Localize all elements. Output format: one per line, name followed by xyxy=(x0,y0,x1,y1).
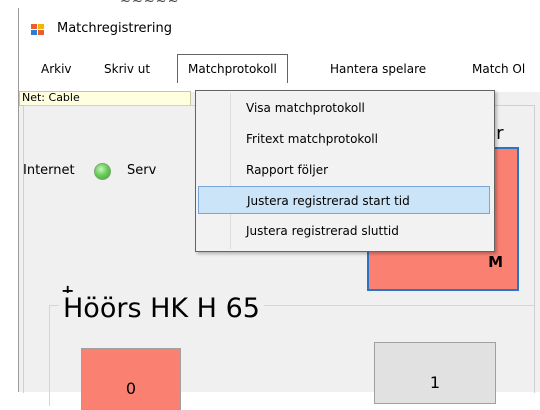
top-strip: ~~~~~ xyxy=(0,0,540,9)
away-score-box[interactable]: 1 xyxy=(374,342,496,404)
server-label: Serv xyxy=(127,163,157,178)
app-window: Matchregistrering Arkiv Skriv ut Matchpr… xyxy=(18,8,540,410)
menu-arkiv[interactable]: Arkiv xyxy=(41,62,72,76)
title-bar: Matchregistrering xyxy=(19,8,540,48)
menu-match-ol[interactable]: Match Ol xyxy=(472,62,525,76)
net-status-text: Net: Cable xyxy=(22,91,80,104)
menu-hantera-spelare[interactable]: Hantera spelare xyxy=(330,62,426,76)
net-status-label: Net: Cable xyxy=(19,91,191,106)
dropdown-item-label: Justera registrerad start tid xyxy=(247,194,410,208)
score-box-letter: M xyxy=(488,253,503,271)
menu-skriv-ut[interactable]: Skriv ut xyxy=(104,62,150,76)
dropdown-item-justera-sluttid[interactable]: Justera registrerad sluttid xyxy=(198,217,490,245)
team-name: Höörs HK H 65 xyxy=(59,293,264,324)
home-score-value: 0 xyxy=(125,379,137,398)
dropdown-item-label: Justera registrerad sluttid xyxy=(246,224,399,238)
dropdown-item-rapport-foljer[interactable]: Rapport följer xyxy=(198,156,490,184)
away-score-value: 1 xyxy=(429,373,441,392)
menu-matchprotokoll[interactable]: Matchprotokoll xyxy=(177,54,288,83)
home-score-box[interactable]: 0 xyxy=(81,348,181,410)
matchprotokoll-dropdown: Visa matchprotokoll Fritext matchprotoko… xyxy=(195,90,495,252)
internet-label: Internet xyxy=(23,163,75,178)
dropdown-item-label: Visa matchprotokoll xyxy=(246,101,365,115)
window-title: Matchregistrering xyxy=(57,21,172,36)
dropdown-item-justera-start-tid[interactable]: Justera registrerad start tid xyxy=(198,186,490,214)
dropdown-item-visa-matchprotokoll[interactable]: Visa matchprotokoll xyxy=(198,94,490,122)
dropdown-item-fritext-matchprotokoll[interactable]: Fritext matchprotokoll xyxy=(198,125,490,153)
dropdown-item-label: Rapport följer xyxy=(246,163,329,177)
menu-bar: Arkiv Skriv ut Matchprotokoll Hantera sp… xyxy=(19,48,540,92)
internet-status-led xyxy=(94,163,111,180)
app-icon xyxy=(31,24,45,36)
dropdown-item-label: Fritext matchprotokoll xyxy=(246,132,378,146)
